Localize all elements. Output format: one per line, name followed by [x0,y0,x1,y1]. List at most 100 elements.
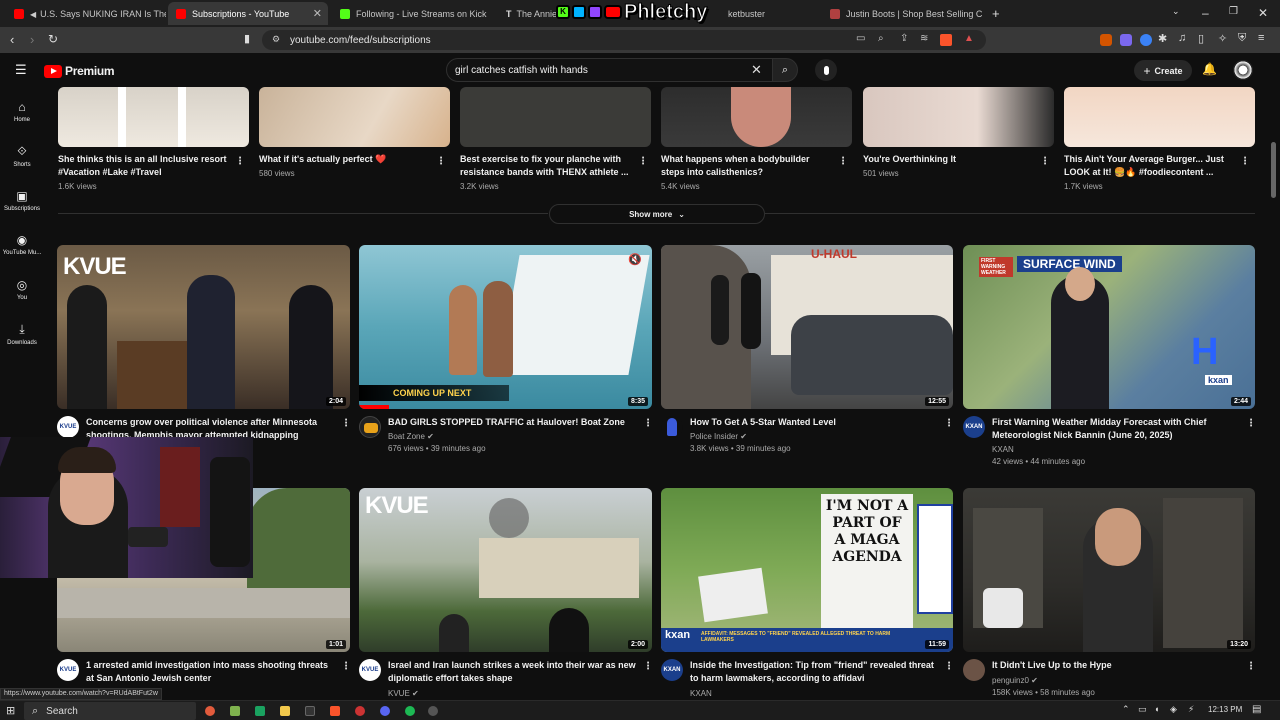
video-thumbnail[interactable]: U-HAUL 12:55 [661,245,953,409]
clear-search-icon[interactable]: ✕ [751,62,762,78]
page-scrollbar[interactable] [1271,142,1276,198]
channel-name[interactable]: KXAN [690,688,712,700]
short-title[interactable]: This Ain't Your Average Burger... Just L… [1064,153,1236,179]
voice-search-button[interactable] [815,59,837,81]
chevron-down-icon[interactable]: ⌄ [1172,6,1180,17]
channel-name[interactable]: KXAN [992,444,1014,456]
channel-avatar[interactable]: KVUE [57,659,79,681]
sidebar-item-subscriptions[interactable]: ▣ Subscriptions [0,189,44,212]
browser-tab-ketbuster[interactable]: ketbuster [720,2,820,25]
zoom-icon[interactable]: ⌕ [878,33,884,44]
more-options-icon[interactable]: ⋮ [436,156,446,167]
channel-avatar[interactable]: KVUE [57,416,79,438]
browser-tab-kick[interactable]: Following - Live Streams on Kick [332,2,496,25]
sidebar-item-shorts[interactable]: ⟐ Shorts [0,144,44,168]
channel-name[interactable]: Police Insider ✔ [690,431,747,443]
more-options-icon[interactable]: ⋮ [1040,156,1050,167]
tray-app-icon[interactable]: ◈ [1170,704,1177,715]
youtube-premium-logo[interactable]: Premium [44,64,115,78]
more-options-icon[interactable]: ⋮ [944,418,954,429]
extensions-puzzle-icon[interactable]: ✱ [1158,32,1167,45]
brave-browser-icon[interactable] [330,706,340,716]
browser-tab-justin-boots[interactable]: Justin Boots | Shop Best Selling Cowb [822,2,982,25]
discord-icon[interactable] [380,706,390,716]
video-title[interactable]: 1 arrested amid investigation into mass … [86,659,336,684]
restore-icon[interactable]: ❐ [1229,6,1238,17]
more-options-icon[interactable]: ⋮ [1246,661,1256,672]
browser-tab-nuking-iran[interactable]: ◀ U.S. Says NUKING IRAN Is The O [6,2,166,25]
show-more-button[interactable]: Show more ⌄ [549,204,765,224]
clock[interactable]: 12:13 PM [1208,705,1242,714]
search-input[interactable] [455,64,735,76]
more-options-icon[interactable]: ⋮ [235,156,245,167]
back-icon[interactable]: ‹ [10,32,14,47]
sidebar-item-downloads[interactable]: ⤓ Downloads [0,322,44,346]
short-thumbnail[interactable] [661,87,852,147]
video-thumbnail[interactable]: KVUE 2:04 [57,245,350,409]
notifications-icon[interactable]: ▤ [1252,704,1261,715]
search-button[interactable]: ⌕ [772,58,798,82]
file-explorer-icon[interactable] [280,706,290,716]
tray-app-icon[interactable]: ⚡ [1188,704,1194,715]
taskbar-app-icon[interactable] [355,706,365,716]
spotify-icon[interactable] [405,706,415,716]
brave-shields-icon[interactable] [940,34,952,46]
taskbar-app-icon[interactable] [305,706,315,716]
more-options-icon[interactable]: ⋮ [341,418,351,429]
mute-icon[interactable]: 🔇 [628,253,642,266]
more-options-icon[interactable]: ⋮ [643,418,653,429]
network-icon[interactable]: ▭ [1138,704,1147,715]
short-title[interactable]: She thinks this is an all Inclusive reso… [58,153,228,179]
short-title[interactable]: You're Overthinking It [863,153,1033,166]
rss-icon[interactable]: ≋ [920,33,928,44]
account-avatar[interactable] [1233,60,1253,80]
short-thumbnail[interactable] [58,87,249,147]
minimize-icon[interactable]: – [1202,6,1209,20]
channel-avatar[interactable]: KXAN [963,416,985,438]
channel-avatar[interactable]: KVUE [359,659,381,681]
notifications-bell-icon[interactable]: 🔔 [1202,62,1217,76]
short-thumbnail[interactable] [259,87,450,147]
reload-icon[interactable]: ↻ [48,32,58,46]
close-window-icon[interactable]: ✕ [1258,6,1268,20]
taskbar-app-icon[interactable] [255,706,265,716]
more-options-icon[interactable]: ⋮ [643,661,653,672]
more-options-icon[interactable]: ⋮ [638,156,648,167]
windows-start-icon[interactable]: ⊞ [6,704,15,717]
short-title[interactable]: Best exercise to fix your planche with r… [460,153,632,179]
video-thumbnail[interactable]: KVUE 2:00 [359,488,652,652]
extension-purple-icon[interactable] [1120,34,1132,46]
sidebar-item-you[interactable]: ◎ You [0,278,44,301]
brave-rewards-icon[interactable]: ▲ [964,33,974,44]
taskbar-app-icon[interactable] [205,706,215,716]
taskbar-app-icon[interactable] [230,706,240,716]
more-options-icon[interactable]: ⋮ [1246,418,1256,429]
more-options-icon[interactable]: ⋮ [341,661,351,672]
channel-name[interactable]: penguinz0 ✔ [992,675,1038,687]
taskbar-search[interactable]: ⌕ Search [24,702,196,720]
hamburger-menu-icon[interactable]: ☰ [15,62,27,78]
bookmark-icon[interactable]: ▮ [244,32,250,45]
extension-blue-icon[interactable] [1140,34,1152,46]
video-title[interactable]: Inside the Investigation: Tip from "frie… [690,659,942,684]
sidebar-item-youtube-music[interactable]: ◉ YouTube Mu... [0,233,44,256]
cast-icon[interactable]: ▭ [856,33,865,44]
close-tab-icon[interactable]: ✕ [313,7,322,20]
volume-icon[interactable]: ◖ [1154,704,1159,714]
share-icon[interactable]: ⇪ [900,33,908,44]
channel-avatar[interactable]: KXAN [661,659,683,681]
short-thumbnail[interactable] [1064,87,1255,147]
channel-avatar[interactable] [661,416,683,438]
channel-avatar[interactable] [963,659,985,681]
video-thumbnail[interactable]: 13:20 [963,488,1255,652]
extension-fox-icon[interactable] [1100,34,1112,46]
new-tab-icon[interactable]: + [992,6,1000,21]
url-box[interactable]: ⚙ youtube.com/feed/subscriptions ▭ ⌕ ⇪ ≋… [262,30,986,50]
video-title[interactable]: How To Get A 5-Star Wanted Level [690,416,940,429]
sidebar-item-home[interactable]: ⌂ Home [0,100,44,123]
vpn-shield-icon[interactable]: ⛨ [1238,32,1246,45]
obs-icon[interactable] [428,706,438,716]
more-options-icon[interactable]: ⋮ [838,156,848,167]
short-thumbnail[interactable] [863,87,1054,147]
more-options-icon[interactable]: ⋮ [944,661,954,672]
